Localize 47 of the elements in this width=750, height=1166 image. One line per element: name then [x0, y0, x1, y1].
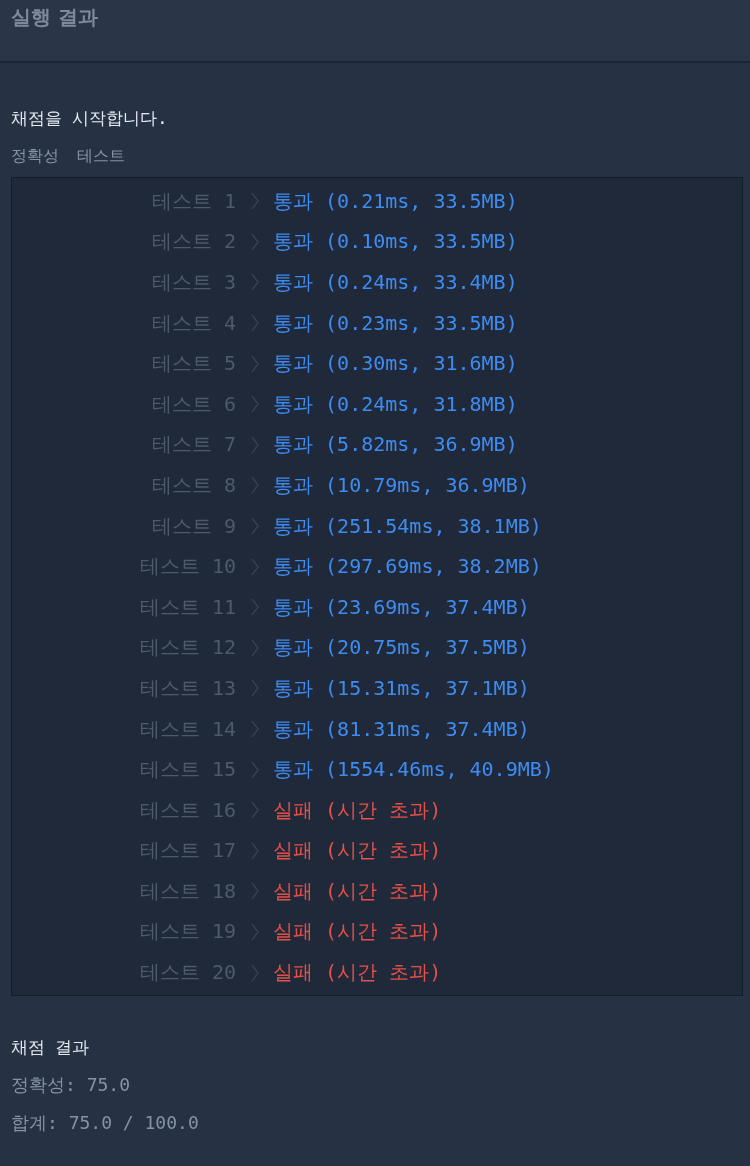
section-label: 테스트 [77, 146, 125, 167]
test-result: 통과 (251.54ms, 38.1MB) [273, 512, 543, 540]
chevron-icon [249, 191, 260, 212]
chevron-icon [249, 556, 260, 577]
chevron-icon [249, 881, 260, 902]
chevron-icon [249, 719, 260, 739]
chevron-icon [249, 231, 260, 252]
test-result: 실패 (시간 초과) [273, 837, 443, 865]
test-result: 실패 (시간 초과) [273, 918, 443, 946]
test-result: 통과 (81.31ms, 37.4MB) [273, 715, 531, 743]
chevron-icon [249, 475, 260, 496]
test-result: 통과 (20.75ms, 37.5MB) [273, 634, 531, 662]
chevron-icon [249, 272, 260, 293]
test-result: 통과 (10.79ms, 36.9MB) [273, 471, 531, 499]
chevron-icon [249, 678, 260, 699]
test-result: 통과 (297.69ms, 38.2MB) [273, 553, 543, 581]
test-result: 통과 (0.30ms, 31.6MB) [273, 350, 519, 378]
test-result: 통과 (0.21ms, 33.5MB) [273, 187, 519, 215]
chevron-icon [249, 597, 260, 618]
test-result: 통과 (23.69ms, 37.4MB) [273, 593, 531, 621]
test-result: 통과 (0.24ms, 33.4MB) [273, 269, 519, 296]
score-line: 합계: 75.0 / 100.0 [11, 1110, 200, 1135]
chevron-icon [249, 800, 260, 821]
chevron-icon [249, 434, 260, 455]
chevron-icon [249, 394, 260, 415]
test-result: 실패 (시간 초과) [273, 877, 443, 905]
chevron-icon [249, 962, 260, 983]
test-result: 실패 (시간 초과) [273, 959, 443, 987]
test-result: 통과 (15.31ms, 37.1MB) [273, 674, 531, 702]
status-message: 채점을 시작합니다. [11, 107, 169, 130]
test-result: 통과 (5.82ms, 36.9MB) [273, 431, 519, 459]
chevron-icon [249, 759, 260, 780]
test-result: 통과 (0.10ms, 33.5MB) [273, 228, 519, 256]
summary-heading: 채점 결과 [11, 1035, 91, 1059]
test-result: 통과 (0.23ms, 33.5MB) [273, 309, 519, 337]
test-result: 통과 (1554.46ms, 40.9MB) [273, 756, 555, 784]
test-result: 실패 (시간 초과) [273, 796, 443, 824]
test-result: 통과 (0.24ms, 31.8MB) [273, 390, 519, 418]
chevron-icon [249, 637, 260, 658]
section-label: 정확성 [11, 146, 59, 167]
chevron-icon [249, 840, 260, 861]
chevron-icon [249, 922, 260, 942]
chevron-icon [249, 313, 260, 334]
score-line: 정확성: 75.0 [11, 1072, 132, 1097]
chevron-icon [249, 353, 260, 374]
chevron-icon [249, 516, 260, 537]
panel-title: 실행 결과 [11, 5, 98, 29]
